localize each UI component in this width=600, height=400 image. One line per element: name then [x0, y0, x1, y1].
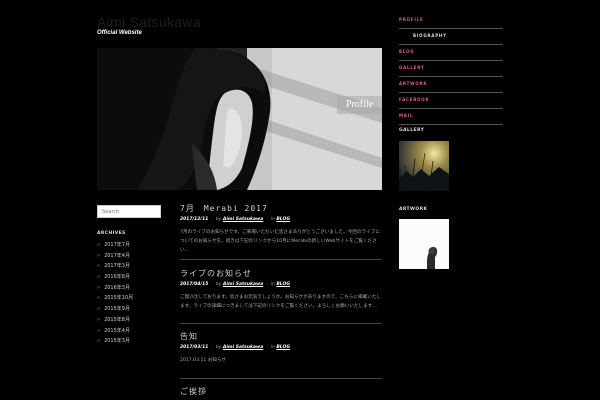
hero-banner[interactable]: Profile	[97, 48, 382, 190]
post-excerpt: 7月のライブのお知らせです。ご来場いただいた皆さまありがとうございました。今回の…	[180, 230, 380, 253]
archive-link[interactable]: 2017年4月	[104, 253, 130, 259]
nav-item-label[interactable]: GALLERY	[399, 65, 425, 70]
gallery-thumbnail[interactable]	[399, 141, 449, 191]
post-date: 2017/04/15	[180, 282, 209, 287]
nav-item-label[interactable]: ARTWORK	[399, 81, 427, 86]
archive-item[interactable]: » 2015年9月	[97, 304, 161, 315]
nav-item-label[interactable]: PROFILE	[399, 17, 424, 22]
archive-link[interactable]: 2015年3月	[104, 338, 130, 344]
archive-link[interactable]: 2015年10月	[104, 295, 133, 301]
post-category-prefix: in	[270, 345, 275, 350]
nav-item-mail[interactable]: MAIL	[399, 109, 503, 125]
archive-item[interactable]: » 2015年4月	[97, 326, 161, 337]
nav-item-blog[interactable]: BLOG	[399, 45, 503, 61]
post-meta: 2017/04/15 · by Aimi Satsukawa · in BLOG	[180, 282, 291, 287]
post-date: 2017/03/11	[180, 345, 209, 350]
post-title[interactable]: 告知	[180, 331, 382, 342]
nav-item-label[interactable]: MAIL	[399, 113, 413, 118]
archives-heading: ARCHIVES	[97, 231, 126, 236]
search-input[interactable]	[97, 205, 161, 218]
site-title[interactable]: Aimi Satsukawa	[97, 14, 201, 30]
post: 告知 2017/03/11 · by Aimi Satsukawa · in BLOG …	[180, 331, 382, 365]
post-author-link[interactable]: Aimi Satsukawa	[223, 345, 263, 350]
post-excerpt: 2017.03.11 お知らせ	[180, 358, 227, 363]
post-meta: 2017/03/11 · by Aimi Satsukawa · in BLOG	[180, 345, 291, 350]
nav-item-label[interactable]: FACEBOOK	[399, 97, 429, 102]
archive-link[interactable]: 2015年4月	[104, 328, 130, 334]
archive-item[interactable]: » 2015年8月	[97, 315, 161, 326]
post-date: 2017/12/11	[180, 217, 209, 222]
artwork-heading: ARTWORK	[399, 207, 428, 212]
site-tagline: Official Website	[97, 30, 142, 36]
archive-item[interactable]: » 2016年8月	[97, 272, 161, 283]
archive-link[interactable]: 2015年8月	[104, 317, 130, 323]
nav-item-artwork[interactable]: ARTWORK	[399, 77, 503, 93]
post-excerpt: ご無沙汰しております。皆さまお元気でしょうか。お知らせがありますので、こちらに掲…	[180, 295, 382, 309]
archive-item[interactable]: » 2017年4月	[97, 251, 161, 262]
nav-item-profile[interactable]: PROFILE	[399, 13, 503, 29]
nav-item-gallery[interactable]: GALLERY	[399, 61, 503, 77]
post: ご挨拶	[180, 386, 382, 397]
post-divider	[180, 259, 382, 260]
post-category-prefix: in	[270, 282, 275, 287]
post-category-link[interactable]: BLOG	[276, 217, 290, 222]
archive-item[interactable]: » 2015年3月	[97, 336, 161, 347]
post: ライブのお知らせ 2017/04/15 · by Aimi Satsukawa · in…	[180, 268, 382, 311]
artwork-thumbnail[interactable]	[399, 219, 449, 269]
post-author-link[interactable]: Aimi Satsukawa	[223, 217, 263, 222]
nav-item-facebook[interactable]: FACEBOOK	[399, 93, 503, 109]
post-meta: 2017/12/11 · by Aimi Satsukawa · in BLOG	[180, 217, 291, 222]
post-author-prefix: by	[215, 217, 222, 222]
nav-item-biography[interactable]: BIOGRAPHY	[399, 29, 503, 45]
archive-link[interactable]: 2017年3月	[104, 263, 130, 269]
post: 7月 Merabi 2017 2017/12/11 · by Aimi Satsuk…	[180, 203, 382, 255]
gallery-heading: GALLERY	[399, 128, 425, 133]
nav-item-label[interactable]: BIOGRAPHY	[413, 33, 447, 38]
gallery-image	[399, 141, 449, 191]
post-divider	[180, 378, 382, 379]
nav-item-label[interactable]: BLOG	[399, 49, 414, 54]
post-category-prefix: in	[270, 217, 275, 222]
archive-item[interactable]: » 2017年7月	[97, 240, 161, 251]
post-title[interactable]: ご挨拶	[180, 386, 382, 397]
main-nav: PROFILE BIOGRAPHY BLOG GALLERY ARTWORK F…	[399, 13, 503, 125]
post-author-prefix: by	[215, 282, 222, 287]
post-title[interactable]: 7月 Merabi 2017	[180, 203, 382, 214]
post-divider	[180, 323, 382, 324]
post-title[interactable]: ライブのお知らせ	[180, 268, 382, 279]
hero-photo	[97, 48, 382, 190]
archive-link[interactable]: 2017年7月	[104, 242, 130, 248]
archive-link[interactable]: 2016年3月	[104, 285, 130, 291]
archive-link[interactable]: 2016年8月	[104, 274, 130, 280]
archive-item[interactable]: » 2015年10月	[97, 293, 161, 304]
post-category-link[interactable]: BLOG	[276, 345, 290, 350]
post-author-link[interactable]: Aimi Satsukawa	[223, 282, 263, 287]
archive-item[interactable]: » 2017年3月	[97, 261, 161, 272]
archive-link[interactable]: 2015年9月	[104, 306, 130, 312]
profile-label[interactable]: Profile	[337, 96, 382, 114]
post-category-link[interactable]: BLOG	[276, 282, 290, 287]
artwork-image	[399, 219, 449, 269]
archive-item[interactable]: » 2016年3月	[97, 283, 161, 294]
archive-list: » 2017年7月 » 2017年4月 » 2017年3月 » 2016年8月 » 201…	[97, 240, 161, 347]
post-author-prefix: by	[215, 345, 222, 350]
